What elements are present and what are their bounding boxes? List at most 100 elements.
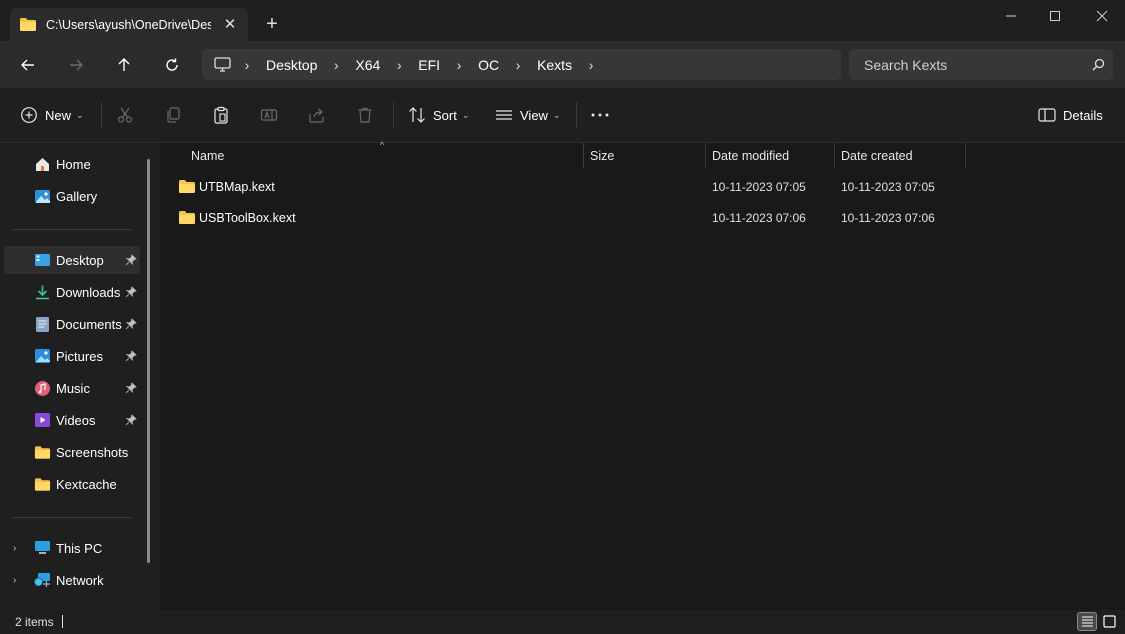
sidebar-item-pictures[interactable]: Pictures [4, 342, 140, 370]
tab-current[interactable]: C:\Users\ayush\OneDrive\Desktop\X64\EFI\… [10, 8, 248, 41]
refresh-icon [166, 58, 178, 71]
file-name: USBToolBox.kext [199, 211, 296, 225]
column-divider[interactable] [965, 143, 966, 168]
column-divider[interactable] [583, 143, 584, 168]
more-options-button[interactable] [590, 103, 610, 127]
divider [576, 102, 577, 129]
chevron-down-icon: ⌄ [552, 109, 561, 120]
pin-icon[interactable] [125, 382, 137, 394]
delete-button[interactable] [356, 103, 374, 127]
close-window-button[interactable] [1090, 6, 1114, 26]
up-button[interactable] [111, 52, 137, 78]
search-input[interactable]: Search Kexts [849, 49, 1113, 80]
trash-icon [358, 107, 372, 123]
details-pane-button[interactable]: Details [1038, 103, 1103, 127]
maximize-button[interactable] [1043, 6, 1067, 26]
column-header-name[interactable]: Name [191, 143, 224, 168]
breadcrumb-x64[interactable]: X64 [351, 57, 384, 73]
details-view-button[interactable] [1077, 612, 1097, 631]
video-icon [34, 412, 51, 429]
back-button[interactable] [15, 52, 41, 78]
view-button[interactable]: View ⌄ [495, 103, 561, 127]
folder-icon [34, 444, 51, 461]
navigation-bar: › Desktop › X64 › EFI › OC › Kexts › Sea… [0, 41, 1125, 88]
refresh-button[interactable] [159, 52, 185, 78]
close-tab-icon[interactable]: ✕ [222, 16, 238, 33]
chevron-right-icon[interactable]: › [576, 57, 606, 73]
chevron-right-icon[interactable]: › [384, 57, 414, 73]
sidebar-item-network[interactable]: › Network [4, 566, 140, 594]
file-date-created: 10-11-2023 07:06 [841, 211, 935, 225]
sidebar-item-this-pc[interactable]: › This PC [4, 534, 140, 562]
breadcrumb-kexts[interactable]: Kexts [533, 57, 576, 73]
pin-icon[interactable] [125, 414, 137, 426]
sidebar-item-documents[interactable]: Documents [4, 310, 140, 338]
desktop-icon [34, 252, 51, 269]
column-header-date-created[interactable]: Date created [841, 143, 913, 168]
pin-icon[interactable] [125, 318, 137, 330]
chevron-right-icon[interactable]: › [321, 57, 351, 73]
divider [12, 229, 132, 230]
new-button[interactable]: New ⌄ [20, 103, 84, 127]
copy-button[interactable] [164, 103, 182, 127]
details-view-icon [1081, 616, 1093, 627]
sidebar-item-label: Home [56, 156, 91, 172]
arrow-right-icon [70, 59, 83, 71]
paste-button[interactable] [212, 103, 230, 127]
home-icon [34, 156, 51, 173]
breadcrumb-efi[interactable]: EFI [414, 57, 444, 73]
file-date-created: 10-11-2023 07:05 [841, 180, 935, 194]
column-header-date-modified[interactable]: Date modified [712, 143, 789, 168]
chevron-right-icon[interactable]: › [232, 57, 262, 73]
column-header-size[interactable]: Size [590, 143, 614, 168]
share-button[interactable] [308, 103, 326, 127]
sidebar-item-label: Documents [56, 316, 122, 332]
monitor-icon[interactable] [214, 57, 232, 73]
table-row[interactable]: UTBMap.kext 10-11-2023 07:05 10-11-2023 … [170, 173, 970, 201]
tab-title: C:\Users\ayush\OneDrive\Desktop\X64\EFI\… [46, 17, 211, 32]
sidebar-item-desktop[interactable]: Desktop [4, 246, 140, 274]
sidebar-item-gallery[interactable]: Gallery [4, 182, 140, 210]
file-name: UTBMap.kext [199, 180, 275, 194]
sidebar-item-label: Videos [56, 412, 96, 428]
folder-icon [179, 180, 195, 193]
sidebar-item-downloads[interactable]: Downloads [4, 278, 140, 306]
breadcrumb-oc[interactable]: OC [474, 57, 503, 73]
cut-button[interactable] [116, 103, 134, 127]
forward-button[interactable] [63, 52, 89, 78]
chevron-right-icon[interactable]: › [13, 575, 23, 586]
tiles-view-icon [1102, 615, 1116, 628]
pin-icon[interactable] [125, 286, 137, 298]
minimize-button[interactable] [999, 6, 1023, 26]
sidebar-item-music[interactable]: Music [4, 374, 140, 402]
divider [101, 102, 102, 129]
sidebar-item-label: Desktop [56, 252, 104, 268]
sidebar-scrollbar[interactable] [147, 159, 150, 563]
sort-button[interactable]: Sort ⌄ [408, 103, 469, 127]
navigation-pane: Home Gallery Desktop Downloads Documents… [0, 143, 160, 610]
chevron-right-icon[interactable]: › [503, 57, 533, 73]
sidebar-item-label: Kextcache [56, 476, 117, 492]
sidebar-item-screenshots[interactable]: Screenshots [4, 438, 140, 466]
document-icon [34, 316, 51, 333]
breadcrumb-desktop[interactable]: Desktop [262, 57, 321, 73]
tiles-view-button[interactable] [1099, 612, 1119, 631]
search-placeholder: Search Kexts [864, 56, 948, 73]
picture-icon [34, 348, 51, 365]
sidebar-item-kextcache[interactable]: Kextcache [4, 470, 140, 498]
more-icon [591, 113, 609, 117]
pin-icon[interactable] [125, 350, 137, 362]
pin-icon[interactable] [125, 254, 137, 266]
chevron-right-icon[interactable]: › [13, 543, 23, 554]
column-divider[interactable] [705, 143, 706, 168]
sidebar-item-home[interactable]: Home [4, 150, 140, 178]
rename-button[interactable] [260, 103, 278, 127]
address-bar[interactable]: › Desktop › X64 › EFI › OC › Kexts › [202, 49, 841, 80]
table-row[interactable]: USBToolBox.kext 10-11-2023 07:06 10-11-2… [170, 204, 970, 232]
column-divider[interactable] [834, 143, 835, 168]
new-tab-button[interactable]: + [262, 14, 282, 35]
chevron-right-icon[interactable]: › [444, 57, 474, 73]
search-icon[interactable] [1083, 58, 1113, 71]
scissors-icon [117, 107, 133, 123]
sidebar-item-videos[interactable]: Videos [4, 406, 140, 434]
